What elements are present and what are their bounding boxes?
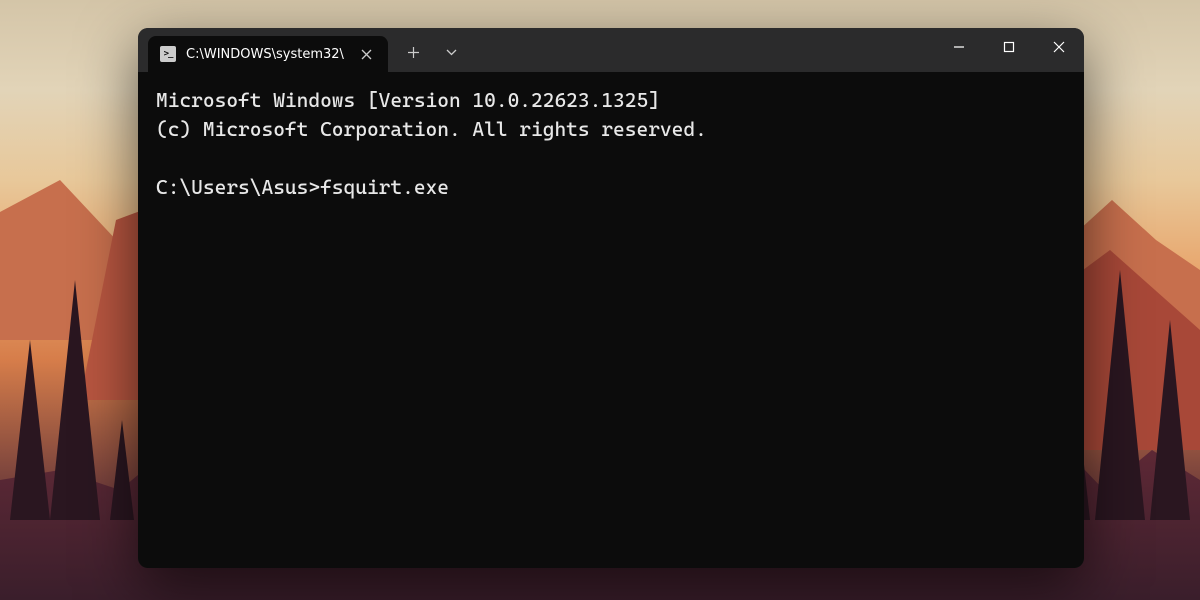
command-prompt-icon (160, 46, 176, 62)
maximize-button[interactable] (984, 28, 1034, 66)
command-input[interactable]: fsquirt.exe (320, 175, 449, 199)
terminal-window: C:\WINDOWS\system32\ Micros (138, 28, 1084, 568)
titlebar[interactable]: C:\WINDOWS\system32\ (138, 28, 1084, 72)
version-line: Microsoft Windows [Version 10.0.22623.13… (156, 88, 660, 112)
tab-dropdown-button[interactable] (434, 36, 468, 70)
close-window-button[interactable] (1034, 28, 1084, 66)
copyright-line: (c) Microsoft Corporation. All rights re… (156, 117, 707, 141)
tab-title: C:\WINDOWS\system32\ (186, 47, 346, 62)
minimize-button[interactable] (934, 28, 984, 66)
tab-active[interactable]: C:\WINDOWS\system32\ (148, 36, 388, 72)
terminal-output[interactable]: Microsoft Windows [Version 10.0.22623.13… (138, 72, 1084, 568)
new-tab-button[interactable] (396, 36, 430, 70)
prompt: C:\Users\Asus> (156, 175, 320, 199)
close-tab-button[interactable] (356, 44, 376, 64)
